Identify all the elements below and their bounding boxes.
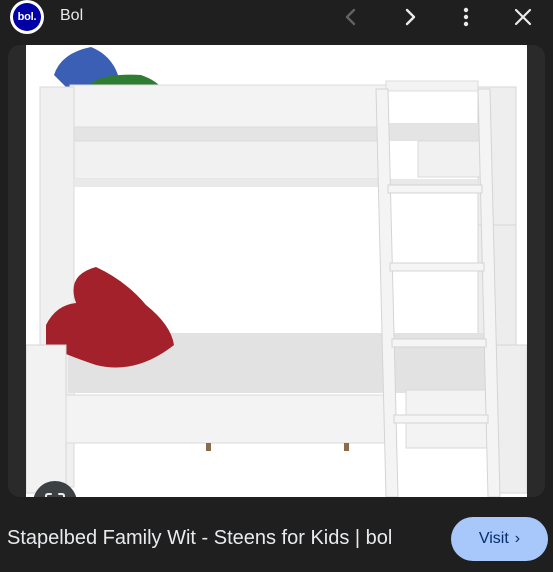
chevron-left-icon — [345, 8, 356, 26]
previous-button[interactable] — [336, 2, 366, 32]
site-logo-circle: bol. — [10, 0, 44, 34]
close-button[interactable] — [508, 2, 538, 32]
chevron-right-icon: › — [514, 530, 521, 547]
visit-label: Visit — [478, 530, 509, 547]
site-logo[interactable]: bol. — [7, 0, 47, 34]
site-logo-text: bol. — [13, 3, 41, 31]
top-bar: bol. Bol — [0, 0, 553, 34]
bunk-bed-illustration — [25, 47, 528, 497]
image-preview[interactable] — [8, 45, 545, 497]
more-vert-icon — [463, 7, 469, 27]
close-icon — [514, 8, 532, 26]
more-options-button[interactable] — [451, 2, 481, 32]
visit-button[interactable]: Visit › — [451, 517, 548, 561]
site-name[interactable]: Bol — [60, 7, 83, 25]
chevron-right-icon — [405, 8, 416, 26]
product-image — [25, 45, 528, 497]
next-button[interactable] — [395, 2, 425, 32]
lens-icon — [45, 493, 65, 497]
image-caption[interactable]: Stapelbed Family Wit - Steens for Kids |… — [7, 527, 392, 550]
